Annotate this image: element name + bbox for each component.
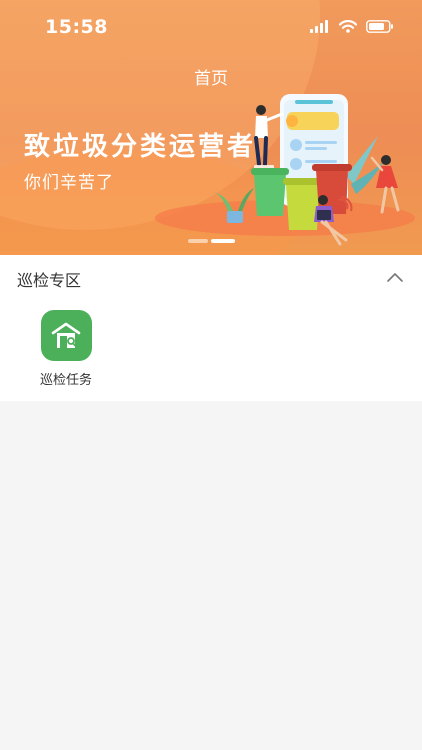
patrol-task-item[interactable]: 巡检任务 <box>22 310 110 388</box>
patrol-house-search-icon[interactable] <box>40 310 92 361</box>
patrol-task-label: 巡检任务 <box>39 373 92 388</box>
home-banner[interactable]: 15:58 首页 致垃圾分类运营者 你们辛苦了 <box>0 0 422 255</box>
banner-subline: 你们辛苦了 <box>24 173 114 193</box>
patrol-section: 巡检专区 巡检任务 <box>0 255 422 401</box>
page-title: 首页 <box>194 69 228 89</box>
signal-icon <box>310 20 328 33</box>
section-title: 巡检专区 <box>17 271 82 290</box>
carousel-dot[interactable] <box>188 239 208 243</box>
status-icons <box>310 20 394 33</box>
battery-icon <box>366 20 393 33</box>
chevron-up-icon[interactable] <box>386 271 404 283</box>
wifi-icon <box>339 20 357 33</box>
status-time: 15:58 <box>45 16 108 38</box>
carousel-dot-active[interactable] <box>211 239 235 243</box>
section-header[interactable]: 巡检专区 <box>0 255 422 301</box>
status-bar: 15:58 <box>0 0 422 56</box>
recycling-illustration <box>155 94 415 246</box>
carousel-indicator[interactable] <box>188 239 235 243</box>
